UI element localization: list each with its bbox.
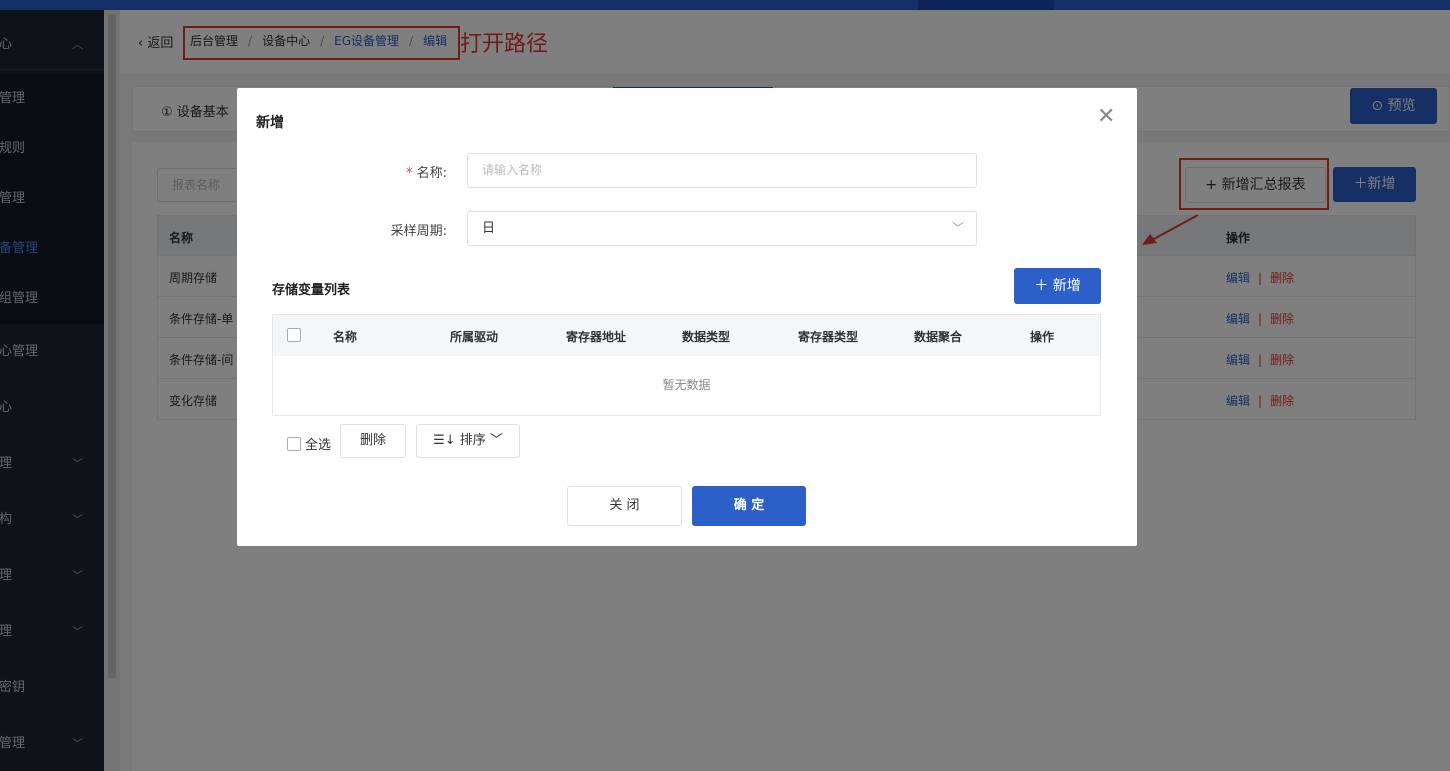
variable-list-title: 存储变量列表 [272, 283, 351, 298]
close-icon[interactable]: ✕ [1097, 106, 1115, 128]
name-label: * 名称: [406, 162, 447, 181]
plus-icon: ＋ [1034, 278, 1053, 294]
add-dialog: 新增 ✕ * 名称: 请输入名称 采样周期: 日 ﹀ 存储变量列表 ＋ 新增 名称… [237, 88, 1137, 546]
header-checkbox[interactable] [287, 328, 301, 342]
period-label: 采样周期: [390, 224, 447, 239]
chevron-down-icon: ﹀ [485, 433, 503, 448]
required-asterisk: * [406, 166, 413, 181]
empty-state: 暂无数据 [662, 378, 711, 392]
column-header: 操作 [1030, 330, 1055, 344]
add-variable-label: 新增 [1052, 278, 1081, 294]
chevron-down-icon: ﹀ [951, 221, 964, 235]
sampling-period-select[interactable]: 日 ﹀ [467, 211, 977, 246]
confirm-button[interactable]: 确 定 [692, 486, 806, 526]
name-input[interactable]: 请输入名称 [467, 153, 977, 188]
sort-button[interactable]: ☰↓ 排序 ﹀ [416, 424, 520, 458]
column-header: 寄存器类型 [798, 330, 859, 344]
name-label-text: 名称: [416, 166, 447, 181]
delete-button[interactable]: 删除 [340, 424, 406, 458]
table-header: 名称 所属驱动 寄存器地址 数据类型 寄存器类型 数据聚合 操作 [273, 315, 1100, 356]
variable-table: 名称 所属驱动 寄存器地址 数据类型 寄存器类型 数据聚合 操作 暂无数据 [272, 314, 1101, 416]
dialog-title: 新增 [256, 115, 284, 131]
column-header: 寄存器地址 [566, 330, 627, 344]
column-header: 所属驱动 [450, 330, 499, 344]
column-header: 数据类型 [682, 330, 731, 344]
column-header: 名称 [333, 330, 358, 344]
add-variable-button[interactable]: ＋ 新增 [1014, 268, 1101, 304]
sort-icon: ☰↓ [433, 433, 460, 448]
select-all-label: 全选 [305, 438, 332, 453]
close-button[interactable]: 关 闭 [567, 486, 682, 526]
sort-label: 排序 [459, 433, 486, 448]
column-header: 数据聚合 [914, 330, 963, 344]
checkbox[interactable] [287, 437, 301, 451]
period-value: 日 [482, 221, 496, 236]
select-all-checkbox[interactable]: 全选 [287, 434, 331, 453]
